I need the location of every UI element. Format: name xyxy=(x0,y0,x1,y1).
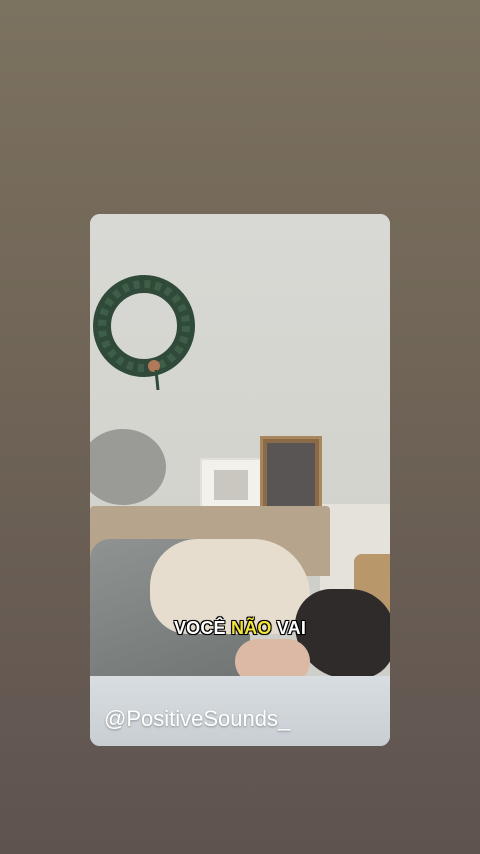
caption-highlight-word: NÃO xyxy=(230,618,272,638)
photo-frame-white xyxy=(200,458,262,512)
wreath-illustration xyxy=(93,275,195,390)
video-frame-bedroom-scene xyxy=(90,214,390,746)
account-handle[interactable]: @PositiveSounds_ xyxy=(104,706,290,732)
caption-part-1: VOCÊ xyxy=(173,618,231,638)
photo-frame-wood xyxy=(260,436,322,514)
caption-part-2: VAI xyxy=(271,618,307,638)
video-caption: VOCÊ NÃO VAI xyxy=(90,618,390,639)
story-video-card[interactable]: VOCÊ NÃO VAI @PositiveSounds_ xyxy=(90,214,390,746)
